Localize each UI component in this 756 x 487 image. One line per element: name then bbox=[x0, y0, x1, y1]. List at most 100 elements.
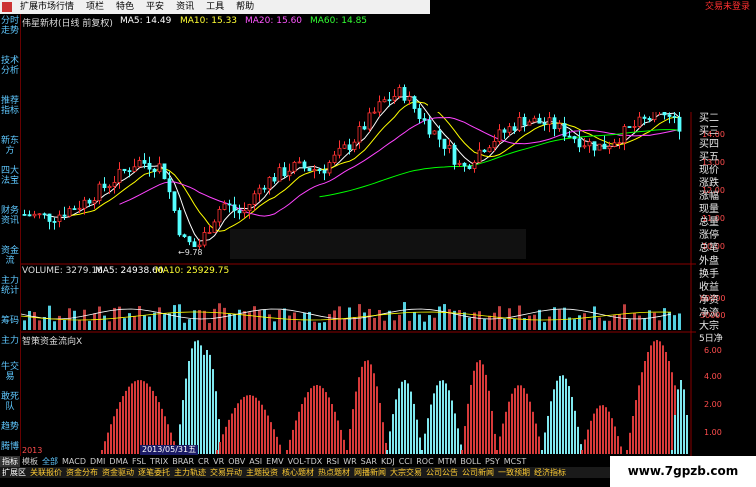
volume-bar bbox=[278, 309, 281, 330]
tab-main[interactable]: 主力 bbox=[1, 336, 19, 346]
ma5-line bbox=[44, 95, 680, 242]
menu-item-help[interactable]: 帮助 bbox=[230, 0, 260, 14]
indicator-bar bbox=[267, 415, 269, 454]
candle-body bbox=[27, 214, 32, 217]
tab-trend[interactable]: 趋势 bbox=[1, 422, 19, 432]
volume-bar bbox=[168, 313, 171, 330]
volume-bar bbox=[248, 312, 251, 330]
tab-main-stats[interactable]: 主力统计 bbox=[1, 276, 19, 296]
volume-bar bbox=[333, 310, 336, 330]
tab-recommend[interactable]: 推荐指标 bbox=[1, 96, 19, 116]
extension-tab[interactable]: 热点题材 bbox=[316, 467, 352, 478]
volume-bar bbox=[398, 314, 401, 330]
tab-daredevil[interactable]: 敢死队 bbox=[1, 392, 19, 412]
indicator-tab[interactable]: EMV bbox=[264, 456, 285, 467]
extension-tab[interactable]: 主力轨迹 bbox=[172, 467, 208, 478]
indicator-tab[interactable]: MCST bbox=[502, 456, 528, 467]
volume-bar bbox=[28, 310, 31, 330]
indicator-bar bbox=[215, 391, 217, 454]
volume-bar bbox=[508, 308, 511, 330]
extension-tab[interactable]: 公司新闻 bbox=[460, 467, 496, 478]
indicator-tab[interactable]: ASI bbox=[247, 456, 264, 467]
extension-tab[interactable]: 公司公告 bbox=[424, 467, 460, 478]
extension-tab[interactable]: 一致预期 bbox=[496, 467, 532, 478]
indicator-tab[interactable]: ROC bbox=[414, 456, 435, 467]
volume-bar bbox=[158, 307, 161, 330]
tab-finance[interactable]: 财务资讯 bbox=[1, 206, 19, 226]
extension-tab[interactable]: 逐笔委托 bbox=[136, 467, 172, 478]
menu-item-special[interactable]: 特色 bbox=[110, 0, 140, 14]
indicator-tab[interactable]: CR bbox=[196, 456, 211, 467]
indicator-tab[interactable]: 模板 bbox=[20, 456, 40, 467]
quote-change: 涨跌 bbox=[699, 178, 719, 189]
indicator-bar bbox=[562, 375, 564, 454]
indicator-tab[interactable]: MTM bbox=[436, 456, 459, 467]
tab-new-east[interactable]: 新东方 bbox=[1, 136, 19, 156]
indicator-tab[interactable]: SAR bbox=[359, 456, 379, 467]
candle-body bbox=[422, 118, 427, 121]
indicator-tab[interactable]: VOL-TDX bbox=[286, 456, 325, 467]
tab-chips[interactable]: 筹码 bbox=[1, 316, 19, 326]
volume-bar bbox=[653, 312, 656, 330]
volume-bar bbox=[213, 308, 216, 330]
quote-bid5: 买五 bbox=[699, 152, 719, 163]
app-icon[interactable] bbox=[2, 2, 12, 12]
extension-tab[interactable]: 关联报价 bbox=[28, 467, 64, 478]
extension-tab[interactable]: 资金驱动 bbox=[100, 467, 136, 478]
indicator-bar bbox=[307, 392, 309, 454]
tab-four-treasures[interactable]: 四大法宝 bbox=[1, 166, 19, 186]
menu-item-market[interactable]: 扩展市场行情 bbox=[14, 0, 80, 14]
tab-technical[interactable]: 技术分析 bbox=[1, 56, 19, 76]
extension-tab[interactable]: 经济指标 bbox=[532, 467, 568, 478]
tab-tengbo[interactable]: 腾博 bbox=[1, 442, 19, 452]
tab-intraday[interactable]: 分时走势 bbox=[1, 16, 19, 36]
indicator-bar bbox=[216, 450, 218, 454]
menu-item-pingan[interactable]: 平安 bbox=[140, 0, 170, 14]
indicator-tab[interactable]: KDJ bbox=[379, 456, 397, 467]
indicator-tab[interactable]: CCI bbox=[397, 456, 415, 467]
volume-bar bbox=[438, 306, 441, 330]
year-label: 2013 bbox=[22, 446, 43, 455]
indicator-tab[interactable]: TRIX bbox=[148, 456, 170, 467]
indicator-tab[interactable]: PSY bbox=[483, 456, 502, 467]
extension-tab[interactable]: 大宗交易 bbox=[388, 467, 424, 478]
indicator-tab[interactable]: 全部 bbox=[40, 456, 60, 467]
extension-tab[interactable]: 资金分布 bbox=[64, 467, 100, 478]
menu-item-news[interactable]: 资讯 bbox=[170, 0, 200, 14]
login-status[interactable]: 交易未登录 bbox=[705, 0, 750, 14]
indicator-tab[interactable]: DMA bbox=[107, 456, 130, 467]
extension-tab[interactable]: 交易异动 bbox=[208, 467, 244, 478]
candle-body bbox=[247, 204, 252, 212]
indicator-tab[interactable]: 指标 bbox=[0, 456, 20, 467]
volume-bar bbox=[288, 315, 291, 330]
indicator-tab[interactable]: BOLL bbox=[458, 456, 483, 467]
indicator-tab[interactable]: WR bbox=[341, 456, 358, 467]
indicator-bar bbox=[523, 388, 525, 454]
quote-outer: 外盘 bbox=[699, 256, 719, 267]
indicator-tab[interactable]: OBV bbox=[226, 456, 247, 467]
menu-item-tools[interactable]: 工具 bbox=[200, 0, 230, 14]
extension-tab[interactable]: 扩展区 bbox=[0, 467, 28, 478]
extension-tab[interactable]: 网播新闻 bbox=[352, 467, 388, 478]
indicator-bar bbox=[200, 369, 202, 454]
extension-tab[interactable]: 核心题材 bbox=[280, 467, 316, 478]
indicator-bar bbox=[116, 408, 118, 454]
indicator-tab[interactable]: VR bbox=[211, 456, 226, 467]
indicator-tab[interactable]: RSI bbox=[324, 456, 341, 467]
indicator-bar bbox=[430, 404, 432, 454]
volume-bar bbox=[323, 322, 326, 330]
indicator-tab[interactable]: FSL bbox=[130, 456, 148, 467]
menu-item-columns[interactable]: 项栏 bbox=[80, 0, 110, 14]
indicator-tab[interactable]: DMI bbox=[88, 456, 107, 467]
indicator-bar bbox=[310, 388, 312, 454]
indicator-tab[interactable]: MACD bbox=[60, 456, 88, 467]
extension-tab[interactable]: 主题投资 bbox=[244, 467, 280, 478]
candle-body bbox=[547, 117, 552, 125]
indicator-bar bbox=[473, 370, 475, 454]
indicator-bar bbox=[568, 386, 570, 454]
candle-body bbox=[182, 234, 187, 238]
tab-fund-flow[interactable]: 资金流 bbox=[1, 246, 19, 266]
tab-bull-trade[interactable]: 牛交易 bbox=[1, 362, 19, 382]
indicator-tab[interactable]: BRAR bbox=[170, 456, 196, 467]
indicator-bar bbox=[596, 408, 598, 454]
